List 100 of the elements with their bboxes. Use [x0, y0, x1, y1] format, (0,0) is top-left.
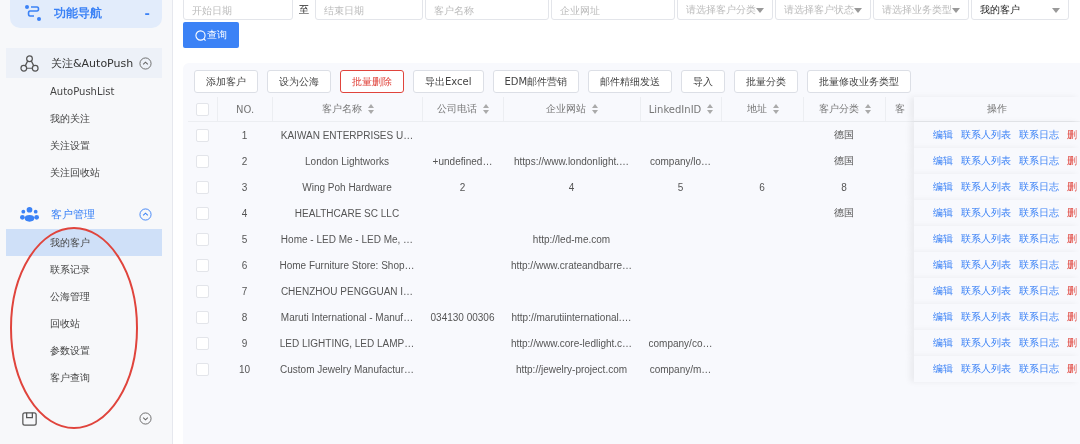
table-cell: Home Furniture Store: Shop…	[279, 259, 415, 271]
menu-group[interactable]: 客户管理	[6, 199, 162, 229]
menu-item[interactable]: 我的客户	[6, 229, 162, 256]
action-link[interactable]: 联系日志	[1019, 206, 1059, 220]
nav-header[interactable]: 功能导航 -	[10, 0, 162, 28]
action-link[interactable]: 联系人列表	[961, 154, 1011, 168]
toolbar-button[interactable]: EDM邮件营销	[492, 70, 580, 93]
action-link[interactable]: 联系日志	[1019, 362, 1059, 376]
action-link[interactable]: 删	[1067, 128, 1077, 142]
chevron-down-icon[interactable]	[139, 411, 152, 425]
action-link[interactable]: 编辑	[933, 154, 953, 168]
action-link[interactable]: 删	[1067, 336, 1077, 350]
action-link[interactable]: 删	[1067, 258, 1077, 272]
toolbar-button[interactable]: 导入	[681, 70, 726, 93]
action-link[interactable]: 删	[1067, 310, 1077, 324]
action-link[interactable]: 删	[1067, 232, 1077, 246]
action-link[interactable]: 联系人列表	[961, 128, 1011, 142]
filter-input[interactable]: 客户名称	[425, 0, 549, 20]
toolbar-button[interactable]: 添加客户	[194, 70, 258, 93]
menu-item[interactable]: 我的关注	[6, 105, 162, 132]
action-link[interactable]: 编辑	[933, 362, 953, 376]
menu-item[interactable]: AutoPushList	[6, 78, 162, 105]
action-link[interactable]: 联系人列表	[961, 284, 1011, 298]
menu-group[interactable]: 关注&AutoPush	[6, 48, 162, 78]
column-header[interactable]: 企业网站	[503, 97, 640, 121]
action-link[interactable]: 联系人列表	[961, 180, 1011, 194]
action-link[interactable]: 删	[1067, 206, 1077, 220]
search-button[interactable]: 查询	[183, 22, 239, 48]
column-header[interactable]: 客户分类	[803, 97, 885, 121]
sort-icon[interactable]	[772, 104, 779, 114]
menu-item[interactable]: 回收站	[6, 310, 162, 337]
checkbox[interactable]	[196, 258, 209, 272]
action-link[interactable]: 联系日志	[1019, 284, 1059, 298]
checkbox[interactable]	[196, 102, 209, 116]
action-link[interactable]: 删	[1067, 180, 1077, 194]
action-link[interactable]: 联系日志	[1019, 128, 1059, 142]
column-header[interactable]: 客户名称	[272, 97, 422, 121]
toolbar-button[interactable]: 批量修改业务类型	[807, 70, 912, 93]
toolbar-button[interactable]: 导出Excel	[413, 70, 484, 93]
sort-icon[interactable]	[592, 104, 598, 114]
menu-item[interactable]: 关注设置	[6, 132, 162, 159]
action-link[interactable]: 联系日志	[1019, 154, 1059, 168]
sort-icon[interactable]	[483, 104, 489, 114]
action-link[interactable]: 编辑	[933, 180, 953, 194]
action-link[interactable]: 联系人列表	[961, 310, 1011, 324]
filter-select[interactable]: 我的客户	[971, 0, 1069, 20]
action-link[interactable]: 删	[1067, 362, 1077, 376]
table-cell: 4	[568, 181, 575, 193]
action-link[interactable]: 联系日志	[1019, 180, 1059, 194]
action-link[interactable]: 编辑	[933, 206, 953, 220]
table-cell: 5	[241, 233, 248, 245]
column-header[interactable]: LinkedInID	[640, 97, 721, 121]
action-link[interactable]: 编辑	[933, 232, 953, 246]
action-link[interactable]: 联系人列表	[961, 206, 1011, 220]
sort-icon[interactable]	[864, 104, 871, 114]
action-link[interactable]: 删	[1067, 154, 1077, 168]
toolbar-button[interactable]: 邮件精细发送	[588, 70, 673, 93]
toolbar-button[interactable]: 批量分类	[734, 70, 799, 93]
column-header[interactable]: 地址	[721, 97, 803, 121]
action-link[interactable]: 编辑	[933, 310, 953, 324]
checkbox[interactable]	[196, 284, 209, 298]
chevron-up-icon[interactable]	[139, 56, 152, 70]
action-link[interactable]: 删	[1067, 284, 1077, 298]
action-link[interactable]: 联系日志	[1019, 336, 1059, 350]
action-link[interactable]: 联系人列表	[961, 258, 1011, 272]
action-link[interactable]: 编辑	[933, 258, 953, 272]
toolbar-button[interactable]: 设为公海	[267, 70, 331, 93]
checkbox[interactable]	[196, 362, 209, 376]
action-link[interactable]: 联系人列表	[961, 362, 1011, 376]
table-cell: 德国	[834, 207, 854, 218]
menu-item[interactable]: 联系记录	[6, 256, 162, 283]
checkbox[interactable]	[196, 232, 209, 246]
menu-item[interactable]: 客户查询	[6, 364, 162, 391]
column-header[interactable]: 公司电话	[422, 97, 503, 121]
checkbox[interactable]	[196, 128, 209, 142]
menu-item[interactable]: 公海管理	[6, 283, 162, 310]
action-link[interactable]: 联系日志	[1019, 258, 1059, 272]
table-cell: http://www.crateandbarre…	[510, 259, 633, 271]
action-link[interactable]: 联系人列表	[961, 336, 1011, 350]
action-link[interactable]: 编辑	[933, 284, 953, 298]
table-cell: 10	[238, 363, 251, 375]
column-header[interactable]: NO.	[217, 97, 272, 121]
checkbox[interactable]	[196, 310, 209, 324]
action-link[interactable]: 联系日志	[1019, 310, 1059, 324]
action-link[interactable]: 联系人列表	[961, 232, 1011, 246]
action-link[interactable]: 编辑	[933, 336, 953, 350]
menu-item[interactable]: 参数设置	[6, 337, 162, 364]
checkbox[interactable]	[196, 336, 209, 350]
sort-icon[interactable]	[367, 104, 374, 114]
checkbox[interactable]	[196, 180, 209, 194]
toolbar-button[interactable]: 批量删除	[340, 70, 404, 93]
action-link[interactable]: 编辑	[933, 128, 953, 142]
table-cell: 4	[241, 207, 248, 219]
collapse-toggle[interactable]: -	[144, 5, 150, 21]
checkbox[interactable]	[196, 154, 209, 168]
menu-item[interactable]: 关注回收站	[6, 159, 162, 186]
action-link[interactable]: 联系日志	[1019, 232, 1059, 246]
checkbox[interactable]	[196, 206, 209, 220]
sort-icon[interactable]	[707, 104, 714, 114]
chevron-up-icon[interactable]	[139, 207, 152, 221]
